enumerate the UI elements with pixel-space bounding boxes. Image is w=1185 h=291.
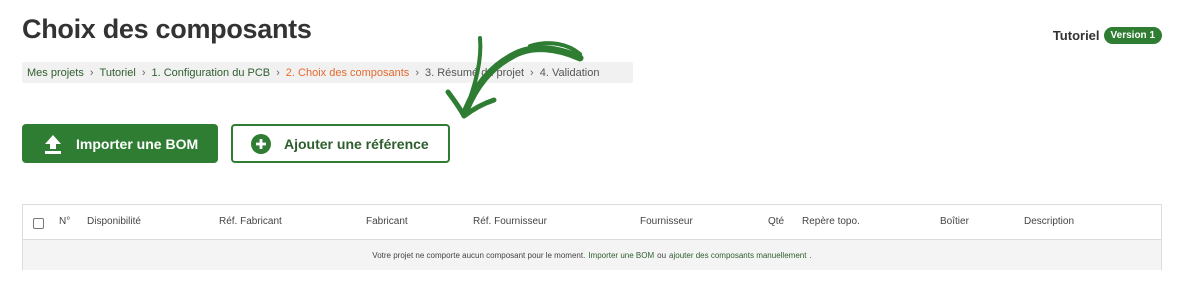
breadcrumb-item-tutoriel[interactable]: Tutoriel: [100, 67, 136, 79]
breadcrumb-separator: ›: [415, 66, 419, 79]
column-header-disponibilite[interactable]: Disponibilité: [87, 216, 141, 227]
plus-circle-icon: [250, 133, 272, 155]
breadcrumb-item-configuration-pcb[interactable]: 1. Configuration du PCB: [151, 67, 270, 79]
add-reference-label: Ajouter une référence: [284, 135, 429, 152]
breadcrumb-separator: ›: [141, 66, 146, 79]
project-info: Tutoriel Version 1: [1053, 27, 1162, 44]
page-title: Choix des composants: [22, 14, 312, 44]
import-bom-label: Importer une BOM: [76, 135, 199, 152]
empty-add-components-link[interactable]: ajouter des composants manuellement: [669, 251, 806, 260]
column-header-repere-topo[interactable]: Repère topo.: [802, 216, 860, 227]
column-header-number[interactable]: N°: [59, 216, 70, 227]
breadcrumb-item-choix-composants[interactable]: 2. Choix des composants: [286, 67, 410, 79]
breadcrumb-item-mes-projets[interactable]: Mes projets: [27, 67, 84, 79]
import-bom-button[interactable]: Importer une BOM: [22, 124, 218, 163]
add-reference-button[interactable]: Ajouter une référence: [231, 124, 450, 163]
column-header-qte[interactable]: Qté: [768, 216, 784, 227]
table-header: N° Disponibilité Réf. Fabricant Fabrican…: [23, 205, 1161, 240]
column-header-ref-fabricant[interactable]: Réf. Fabricant: [219, 216, 282, 227]
empty-table-message: Votre projet ne comporte aucun composant…: [23, 240, 1161, 270]
column-header-boitier[interactable]: Boîtier: [940, 216, 969, 227]
column-header-ref-fournisseur[interactable]: Réf. Fournisseur: [473, 216, 547, 227]
column-header-fournisseur[interactable]: Fournisseur: [640, 216, 693, 227]
version-badge: Version 1: [1103, 27, 1162, 44]
empty-message-or: ou: [657, 250, 667, 260]
project-name: Tutoriel: [1052, 28, 1100, 43]
upload-icon: [42, 133, 64, 155]
column-header-description[interactable]: Description: [1024, 216, 1074, 227]
select-all-checkbox[interactable]: [33, 218, 44, 229]
breadcrumb-separator: ›: [276, 66, 280, 79]
column-header-fabricant[interactable]: Fabricant: [366, 216, 408, 227]
breadcrumb-separator: ›: [89, 66, 94, 79]
empty-message-text: Votre projet ne comporte aucun composant…: [372, 250, 586, 260]
tutorial-arrow-icon: [445, 36, 584, 119]
empty-import-bom-link[interactable]: Importer une BOM: [588, 251, 654, 260]
components-table: N° Disponibilité Réf. Fabricant Fabrican…: [22, 204, 1162, 270]
empty-message-end: .: [809, 250, 812, 260]
